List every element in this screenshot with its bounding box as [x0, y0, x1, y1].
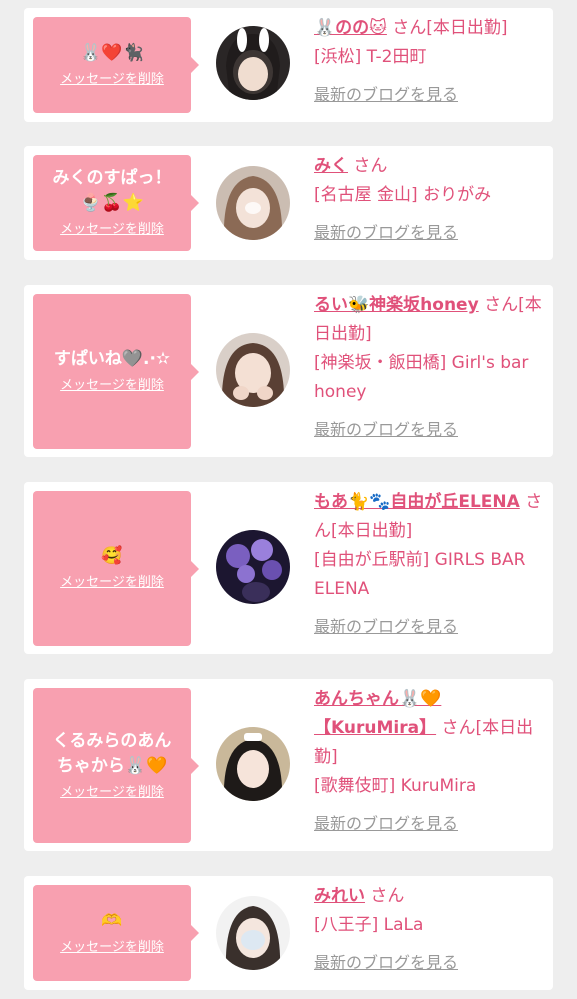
message-bubble: みくのすぱっ！🍨🍒⭐️ メッセージを削除	[33, 155, 199, 251]
girl-name-link[interactable]: もあ🐈🐾自由が丘ELENA	[314, 492, 520, 512]
delete-message-link[interactable]: メッセージを削除	[60, 938, 164, 958]
latest-blog-link[interactable]: 最新のブログを見る	[314, 415, 544, 444]
avatar[interactable]	[216, 166, 290, 240]
shop-name: [八王子] LaLa	[314, 915, 424, 935]
latest-blog-link[interactable]: 最新のブログを見る	[314, 80, 544, 109]
girl-info: みく さん [名古屋 金山] おりがみ 最新のブログを見る	[314, 152, 544, 247]
attendance-status: [本日出勤]	[331, 521, 413, 541]
girl-info: もあ🐈🐾自由が丘ELENA さん[本日出勤] [自由が丘駅前] GIRLS BA…	[314, 488, 544, 641]
message-card: みくのすぱっ！🍨🍒⭐️ メッセージを削除 みく さん [名古屋 金山] おりがみ…	[24, 146, 553, 260]
message-card: すぱいね🩶.·✫ メッセージを削除 るい🐝神楽坂honey さん[本日出勤] […	[24, 285, 553, 457]
girl-name-link[interactable]: るい🐝神楽坂honey	[314, 295, 479, 315]
girl-name-link[interactable]: みく	[314, 156, 348, 176]
shop-name: [浜松] T-2田町	[314, 47, 427, 67]
honorific: さん	[392, 18, 427, 38]
latest-blog-link[interactable]: 最新のブログを見る	[314, 218, 544, 247]
message-bubble: くるみらのあんちゃから🐰🧡 メッセージを削除	[33, 688, 199, 843]
girl-name-link[interactable]: 🐰のの🐱	[314, 18, 387, 38]
message-text: くるみらのあんちゃから🐰🧡	[52, 730, 172, 776]
delete-message-link[interactable]: メッセージを削除	[60, 573, 164, 593]
girl-info: みれい さん [八王子] LaLa 最新のブログを見る	[314, 882, 544, 977]
message-bubble: すぱいね🩶.·✫ メッセージを削除	[33, 294, 199, 449]
delete-message-link[interactable]: メッセージを削除	[60, 376, 164, 396]
shop-name: [歌舞伎町] KuruMira	[314, 776, 477, 796]
message-text: すぱいね🩶.·✫	[53, 349, 171, 369]
avatar[interactable]	[216, 26, 290, 100]
message-bubble: 🥰 メッセージを削除	[33, 491, 199, 646]
message-text: 🫶	[101, 910, 123, 931]
shop-name: [名古屋 金山] おりがみ	[314, 185, 492, 205]
message-card: くるみらのあんちゃから🐰🧡 メッセージを削除 あんちゃん🐰🧡【KuruMira】…	[24, 679, 553, 851]
honorific: さん	[484, 295, 519, 315]
girl-name-link[interactable]: あんちゃん🐰🧡【KuruMira】	[314, 689, 441, 738]
shop-name: [神楽坂・飯田橋] Girl's bar honey	[314, 353, 529, 402]
girl-info: 🐰のの🐱 さん[本日出勤] [浜松] T-2田町 最新のブログを見る	[314, 14, 544, 109]
message-text: 🥰	[101, 546, 123, 566]
attendance-status: [本日出勤]	[426, 18, 508, 38]
latest-blog-link[interactable]: 最新のブログを見る	[314, 948, 544, 977]
message-text: みくのすぱっ！🍨🍒⭐️	[52, 168, 172, 213]
message-card: 🫶 メッセージを削除 みれい さん [八王子] LaLa 最新のブログを見る	[24, 876, 553, 990]
latest-blog-link[interactable]: 最新のブログを見る	[314, 612, 544, 641]
message-bubble: 🫶 メッセージを削除	[33, 885, 199, 981]
girl-name-link[interactable]: みれい	[314, 886, 365, 906]
delete-message-link[interactable]: メッセージを削除	[60, 220, 164, 240]
message-bubble: 🐰❤️🐈‍⬛ メッセージを削除	[33, 17, 199, 113]
girl-info: るい🐝神楽坂honey さん[本日出勤] [神楽坂・飯田橋] Girl's ba…	[314, 291, 544, 444]
avatar[interactable]	[216, 333, 290, 407]
latest-blog-link[interactable]: 最新のブログを見る	[314, 809, 544, 838]
message-card: 🥰 メッセージを削除 もあ🐈🐾自由が丘ELENA さん[本日出勤] [自由が丘駅…	[24, 482, 553, 654]
shop-name: [自由が丘駅前] GIRLS BAR ELENA	[314, 550, 526, 599]
honorific: さん	[370, 886, 405, 906]
avatar[interactable]	[216, 727, 290, 801]
honorific: さん	[353, 156, 388, 176]
honorific: さん	[441, 718, 476, 738]
message-text: 🐰❤️🐈‍⬛	[80, 42, 144, 63]
delete-message-link[interactable]: メッセージを削除	[60, 783, 164, 803]
avatar[interactable]	[216, 530, 290, 604]
girl-info: あんちゃん🐰🧡【KuruMira】 さん[本日出勤] [歌舞伎町] KuruMi…	[314, 685, 544, 838]
delete-message-link[interactable]: メッセージを削除	[60, 70, 164, 90]
message-card: 🐰❤️🐈‍⬛ メッセージを削除 🐰のの🐱 さん[本日出勤] [浜松] T-2田町…	[24, 8, 553, 122]
avatar[interactable]	[216, 896, 290, 970]
